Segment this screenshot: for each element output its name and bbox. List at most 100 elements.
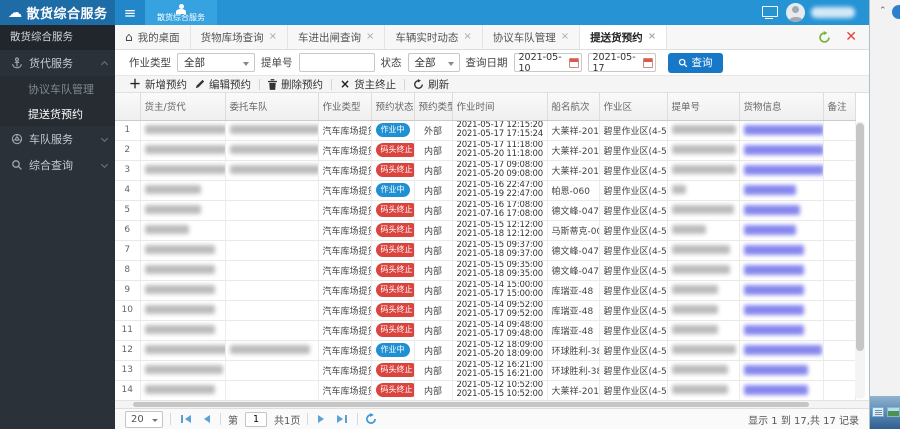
cell-booking-type: 内部 <box>414 140 453 161</box>
cell-cargo-info-link[interactable] <box>739 280 824 301</box>
app-tab-active[interactable]: 散货综合服务 <box>145 0 217 25</box>
tab-my-desktop[interactable]: ⌂ 我的桌面 <box>115 25 191 49</box>
tab-close-icon[interactable]: × <box>648 32 656 42</box>
add-booking-button[interactable]: ＋ 新增预约 <box>129 77 187 92</box>
column-header-status[interactable]: 预约状态 <box>371 93 415 121</box>
tab-close-icon[interactable]: × <box>561 32 569 42</box>
calendar-icon[interactable] <box>568 58 579 68</box>
tab-close-icon[interactable]: × <box>366 32 374 42</box>
table-row-10[interactable]: 10 汽车库场提货码头终止内部2021-05-14 09:52:002021-05… <box>115 300 856 321</box>
table-row-9[interactable]: 9 汽车库场提货码头终止内部2021-05-14 15:00:002021-05-… <box>115 280 856 301</box>
table-row-5[interactable]: 5 汽车库场提货码头终止内部2021-05-16 17:08:002021-07-… <box>115 200 856 221</box>
tab-cargo-yard-query[interactable]: 货物库场查询 × <box>191 25 289 49</box>
status-select[interactable]: 全部 <box>407 53 460 72</box>
edit-booking-button[interactable]: 编辑预约 <box>195 77 251 92</box>
sidebar-item-综合-query[interactable]: 综合查询 <box>0 152 115 178</box>
table-row-13[interactable]: 13 汽车库场提货码头终止内部2021-05-12 16:21:002021-05… <box>115 360 856 381</box>
sidebar-item-fleet-services[interactable]: 车队服务 <box>0 126 115 152</box>
table-row-2[interactable]: 2 汽车库场提货码头终止内部2021-05-17 11:18:002021-05-… <box>115 140 856 161</box>
sidebar-item-freight-services[interactable]: 货代服务 <box>0 50 115 76</box>
vertical-scrollbar-thumb[interactable] <box>856 123 864 351</box>
refresh-tab-icon[interactable] <box>818 30 831 44</box>
menu-toggle-icon[interactable]: ≡ <box>115 0 145 25</box>
page-size-select[interactable]: 20 <box>125 410 163 428</box>
pager-refresh-icon[interactable] <box>365 413 377 425</box>
cell-fleet-redacted <box>225 320 319 341</box>
search-button[interactable]: 查询 <box>667 52 723 73</box>
tab-vehicle-realtime-status[interactable]: 车辆实时动态 × <box>385 25 483 49</box>
monitor-icon[interactable] <box>762 6 778 19</box>
screen: ☁ 散货综合服务 ≡ 散货综合服务 散货综合服务 货代服务 协议车队管理 提送货… <box>0 0 900 429</box>
cell-cargo-info-link[interactable] <box>739 260 824 281</box>
cell-owner-redacted <box>140 220 226 241</box>
table-row-7[interactable]: 7 汽车库场提货码头终止内部2021-05-15 09:37:002021-05-… <box>115 240 856 261</box>
date-from-input[interactable]: 2021-05-10 <box>513 52 582 74</box>
column-header-time[interactable]: 作业时间 <box>452 93 548 121</box>
tab-label: 提送货预约 <box>590 31 643 44</box>
taskbar-thumbnail-active[interactable] <box>872 407 884 417</box>
calendar-icon[interactable] <box>642 58 653 68</box>
first-page-button[interactable] <box>178 415 194 423</box>
table-row-11[interactable]: 11 汽车库场提货码头终止内部2021-05-14 09:48:002021-05… <box>115 320 856 341</box>
cell-cargo-info-link[interactable] <box>739 360 824 381</box>
last-page-button[interactable] <box>334 415 350 423</box>
next-page-button[interactable] <box>315 415 327 423</box>
column-header-cargo[interactable]: 货物信息 <box>739 93 824 121</box>
job-type-select[interactable]: 全部 <box>177 53 255 72</box>
prev-page-button[interactable] <box>201 415 213 423</box>
cell-cargo-info-link[interactable] <box>739 340 824 361</box>
delete-booking-button[interactable]: 删除预约 <box>268 77 323 92</box>
date-to-input[interactable]: 2021-05-17 <box>587 52 656 74</box>
tray-app-icon[interactable] <box>892 5 900 19</box>
tab-vehicle-gate-query[interactable]: 车进出闸查询 × <box>288 25 386 49</box>
owner-terminate-button[interactable]: × 货主终止 <box>340 77 396 92</box>
column-header-fleet[interactable]: 委托车队 <box>225 93 319 121</box>
close-tab-icon[interactable]: ✕ <box>845 30 857 44</box>
column-header-num[interactable] <box>115 93 141 121</box>
cell-cargo-info-link[interactable] <box>739 160 824 181</box>
cell-cargo-info-link[interactable] <box>739 200 824 221</box>
cell-cargo-info-link[interactable] <box>739 180 824 201</box>
column-header-area[interactable]: 作业区 <box>599 93 668 121</box>
vertical-scrollbar[interactable] <box>855 121 865 399</box>
tab-close-icon[interactable]: × <box>463 32 471 42</box>
cell-cargo-info-link[interactable] <box>739 300 824 321</box>
cargo-link-redacted-block <box>743 364 808 375</box>
cargo-link-redacted-block <box>743 124 822 135</box>
column-header-remark[interactable]: 备注 <box>823 93 856 121</box>
taskbar-thumbnail-image[interactable] <box>887 407 900 417</box>
cell-cargo-info-link[interactable] <box>739 240 824 261</box>
column-header-jobtype[interactable]: 作业类型 <box>318 93 372 121</box>
column-header-restype[interactable]: 预约类型 <box>414 93 453 121</box>
cell-status: 码头终止 <box>371 280 415 301</box>
cell-cargo-info-link[interactable] <box>739 380 824 401</box>
tab-close-icon[interactable]: × <box>269 32 277 42</box>
tab-fleet-agreement[interactable]: 协议车队管理 × <box>483 25 581 49</box>
sidebar-item-fleet-agreement[interactable]: 协议车队管理 <box>0 76 115 101</box>
column-header-owner[interactable]: 货主/货代 <box>140 93 226 121</box>
column-header-ship[interactable]: 船名航次 <box>547 93 600 121</box>
table-row-4[interactable]: 4 汽车库场提货作业中内部2021-05-16 22:47:002021-05-1… <box>115 180 856 201</box>
page-number-input[interactable] <box>245 411 267 427</box>
lading-number-input[interactable] <box>298 53 375 72</box>
cell-cargo-info-link[interactable] <box>739 320 824 341</box>
column-header-lading[interactable]: 提单号 <box>667 93 740 121</box>
table-row-3[interactable]: 3 汽车库场提货码头终止内部2021-05-17 09:08:002021-05-… <box>115 160 856 181</box>
horizontal-scrollbar[interactable] <box>115 400 869 408</box>
table-row-12[interactable]: 12 汽车库场提货作业中内部2021-05-12 18:09:002021-05-… <box>115 340 856 361</box>
table-row-6[interactable]: 6 汽车库场提货码头终止内部2021-05-15 12:12:002021-05-… <box>115 220 856 241</box>
tab-delivery-booking[interactable]: 提送货预约 × <box>580 25 668 49</box>
cell-cargo-info-link[interactable] <box>739 140 824 161</box>
table-row-1[interactable]: 1 汽车库场提货作业中外部2021-05-17 12:15:202021-05-1… <box>115 120 856 141</box>
horizontal-scrollbar-thumb[interactable] <box>133 402 809 407</box>
tray-expand-icon[interactable]: ⌃ <box>879 7 887 16</box>
avatar[interactable] <box>786 3 805 22</box>
refresh-button[interactable]: 刷新 <box>413 77 449 92</box>
table-row-8[interactable]: 8 汽车库场提货码头终止内部2021-05-15 09:35:002021-05-… <box>115 260 856 281</box>
caret-down-icon <box>152 418 158 422</box>
cell-cargo-info-link[interactable] <box>739 220 824 241</box>
sidebar-item-delivery-booking[interactable]: 提送货预约 <box>0 101 115 126</box>
table-row-14[interactable]: 14 汽车库场提货码头终止内部2021-05-12 10:52:002021-05… <box>115 380 856 401</box>
cell-owner-redacted <box>140 260 226 281</box>
cell-cargo-info-link[interactable] <box>739 120 824 141</box>
